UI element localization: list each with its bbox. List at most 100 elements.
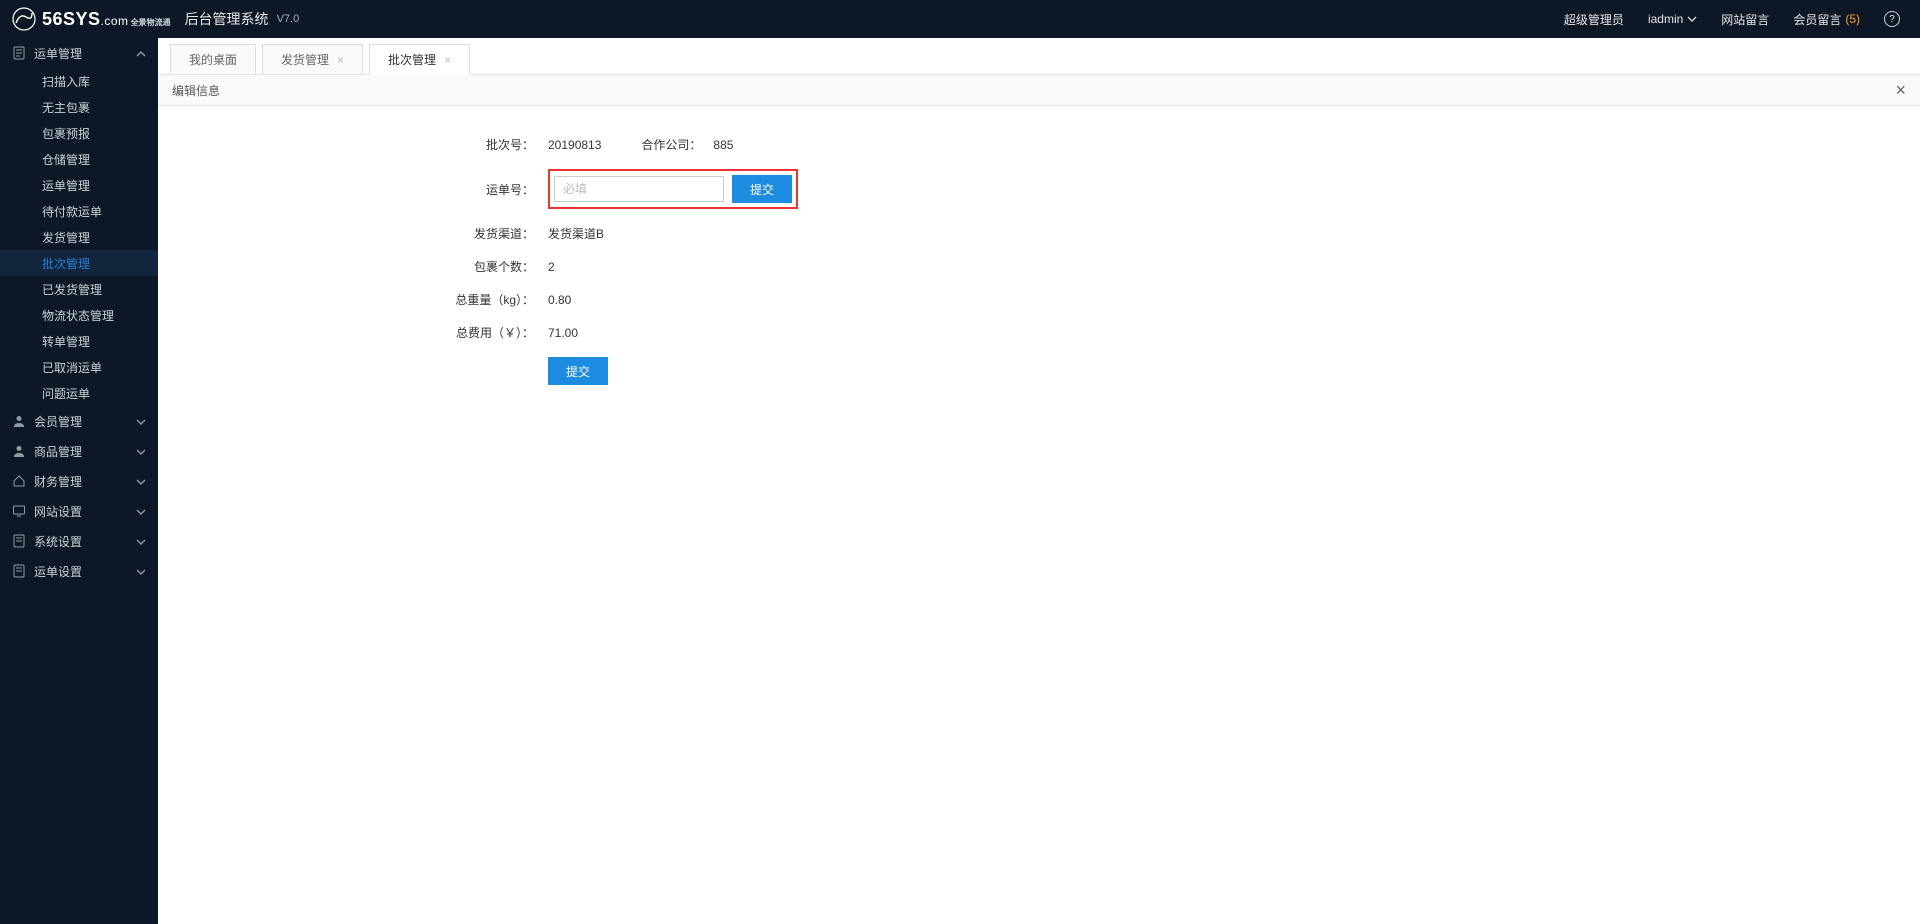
- tab-label: 我的桌面: [189, 51, 237, 68]
- logo-sub: 全景物流通: [131, 19, 171, 27]
- house-icon: [12, 474, 26, 488]
- row-pkgcount: 包裹个数： 2: [158, 258, 1920, 275]
- sidebar-group-label: 运单设置: [34, 563, 82, 580]
- doc-icon: [12, 534, 26, 548]
- sidebar-item-waybill[interactable]: 运单管理: [0, 172, 158, 198]
- user-icon: [12, 414, 26, 428]
- close-icon[interactable]: ×: [444, 53, 451, 67]
- sidebar-group-label: 网站设置: [34, 503, 82, 520]
- sidebar-item-ship[interactable]: 发货管理: [0, 224, 158, 250]
- weight-value: 0.80: [548, 293, 571, 307]
- batch-no-value: 20190813: [548, 138, 601, 152]
- sidebar-group-label: 财务管理: [34, 473, 82, 490]
- help-button[interactable]: ?: [1884, 11, 1900, 27]
- tab-bar: 我的桌面 发货管理 × 批次管理 ×: [158, 38, 1920, 74]
- logo-icon: [12, 7, 36, 31]
- system-title: 后台管理系统: [185, 9, 269, 29]
- cost-label: 总费用（￥）：: [158, 324, 548, 341]
- batch-no-label: 批次号：: [158, 136, 548, 153]
- sidebar-group-label: 运单管理: [34, 45, 82, 62]
- waybill-input-group: 提交: [548, 169, 798, 209]
- sidebar-item-warehouse[interactable]: 仓储管理: [0, 146, 158, 172]
- chevron-down-icon: [136, 416, 146, 426]
- logo-main: 56SYS: [42, 9, 101, 30]
- company-pair: 合作公司： 885: [641, 136, 733, 153]
- company-value: 885: [713, 138, 733, 152]
- doc-icon: [12, 564, 26, 578]
- panel-header: 编辑信息 ×: [158, 74, 1920, 106]
- close-icon[interactable]: ×: [337, 53, 344, 67]
- tab-desktop[interactable]: 我的桌面: [170, 44, 256, 74]
- row-cost: 总费用（￥）： 71.00: [158, 324, 1920, 341]
- channel-label: 发货渠道：: [158, 225, 548, 242]
- sidebar-group-site[interactable]: 网站设置: [0, 496, 158, 526]
- waybill-label: 运单号：: [158, 181, 548, 198]
- sidebar-group-member[interactable]: 会员管理: [0, 406, 158, 436]
- submit-inline-button[interactable]: 提交: [732, 175, 792, 203]
- row-waybill: 运单号： 提交: [158, 169, 1920, 209]
- sidebar-sub-waybill: 扫描入库 无主包裹 包裹预报 仓储管理 运单管理 待付款运单 发货管理 批次管理…: [0, 68, 158, 406]
- chevron-down-icon: [1687, 14, 1697, 24]
- main-area: 我的桌面 发货管理 × 批次管理 × 编辑信息 × 批次号： 20190813 …: [158, 38, 1920, 924]
- sidebar-item-transfer[interactable]: 转单管理: [0, 328, 158, 354]
- chevron-down-icon: [136, 446, 146, 456]
- sidebar-item-cancelled[interactable]: 已取消运单: [0, 354, 158, 380]
- sidebar-group-product[interactable]: 商品管理: [0, 436, 158, 466]
- submit-main-button[interactable]: 提交: [548, 357, 608, 385]
- row-batch-company: 批次号： 20190813 合作公司： 885: [158, 136, 1920, 153]
- company-label: 合作公司：: [641, 136, 701, 153]
- panel-title: 编辑信息: [172, 82, 220, 99]
- sidebar-item-tracking[interactable]: 物流状态管理: [0, 302, 158, 328]
- header-right: 超级管理员 iadmin 网站留言 会员留言 (5) ?: [1564, 11, 1920, 28]
- row-weight: 总重量（kg）： 0.80: [158, 291, 1920, 308]
- logo-area: 56SYS.com 全景物流通: [0, 7, 171, 31]
- batch-company-values: 20190813 合作公司： 885: [548, 136, 733, 153]
- sidebar-item-batch[interactable]: 批次管理: [0, 250, 158, 276]
- close-panel-button[interactable]: ×: [1895, 81, 1906, 99]
- app-header: 56SYS.com 全景物流通 后台管理系统 V7.0 超级管理员 iadmin…: [0, 0, 1920, 38]
- chevron-down-icon: [136, 506, 146, 516]
- pkgcount-label: 包裹个数：: [158, 258, 548, 275]
- sidebar-group-label: 会员管理: [34, 413, 82, 430]
- sidebar-group-finance[interactable]: 财务管理: [0, 466, 158, 496]
- sidebar-item-scan-in[interactable]: 扫描入库: [0, 68, 158, 94]
- member-message-label: 会员留言: [1793, 11, 1841, 28]
- sidebar-group-waybill[interactable]: 运单管理: [0, 38, 158, 68]
- help-icon: ?: [1884, 11, 1900, 27]
- site-message-link[interactable]: 网站留言: [1721, 11, 1769, 28]
- sidebar-group-system[interactable]: 系统设置: [0, 526, 158, 556]
- user-menu[interactable]: iadmin: [1648, 12, 1697, 26]
- logo-suffix: .com: [101, 14, 129, 28]
- user-name: iadmin: [1648, 12, 1683, 26]
- tab-label: 发货管理: [281, 51, 329, 68]
- sidebar-item-unpaid[interactable]: 待付款运单: [0, 198, 158, 224]
- user-role: 超级管理员: [1564, 11, 1624, 28]
- member-message-link[interactable]: 会员留言 (5): [1793, 11, 1860, 28]
- logo-text: 56SYS.com 全景物流通: [42, 9, 171, 30]
- sidebar-item-forecast[interactable]: 包裹预报: [0, 120, 158, 146]
- pkgcount-value: 2: [548, 260, 555, 274]
- message-count: (5): [1845, 12, 1860, 26]
- channel-value: 发货渠道B: [548, 225, 604, 242]
- sidebar-group-label: 商品管理: [34, 443, 82, 460]
- sidebar: 运单管理 扫描入库 无主包裹 包裹预报 仓储管理 运单管理 待付款运单 发货管理…: [0, 38, 158, 924]
- chevron-up-icon: [136, 48, 146, 58]
- sidebar-group-label: 系统设置: [34, 533, 82, 550]
- chevron-down-icon: [136, 476, 146, 486]
- waybill-input[interactable]: [554, 176, 724, 202]
- chevron-down-icon: [136, 536, 146, 546]
- sidebar-group-waybill-setting[interactable]: 运单设置: [0, 556, 158, 586]
- edit-form: 批次号： 20190813 合作公司： 885 运单号： 提交 发货渠道： 发货…: [158, 106, 1920, 401]
- weight-label: 总重量（kg）：: [158, 291, 548, 308]
- tab-batch[interactable]: 批次管理 ×: [369, 44, 470, 74]
- sidebar-item-shipped[interactable]: 已发货管理: [0, 276, 158, 302]
- monitor-icon: [12, 504, 26, 518]
- user-icon: [12, 444, 26, 458]
- sidebar-item-problem[interactable]: 问题运单: [0, 380, 158, 406]
- row-channel: 发货渠道： 发货渠道B: [158, 225, 1920, 242]
- tab-ship[interactable]: 发货管理 ×: [262, 44, 363, 74]
- cost-value: 71.00: [548, 326, 578, 340]
- row-submit: 提交: [158, 357, 1920, 385]
- sidebar-item-orphan[interactable]: 无主包裹: [0, 94, 158, 120]
- doc-icon: [12, 46, 26, 60]
